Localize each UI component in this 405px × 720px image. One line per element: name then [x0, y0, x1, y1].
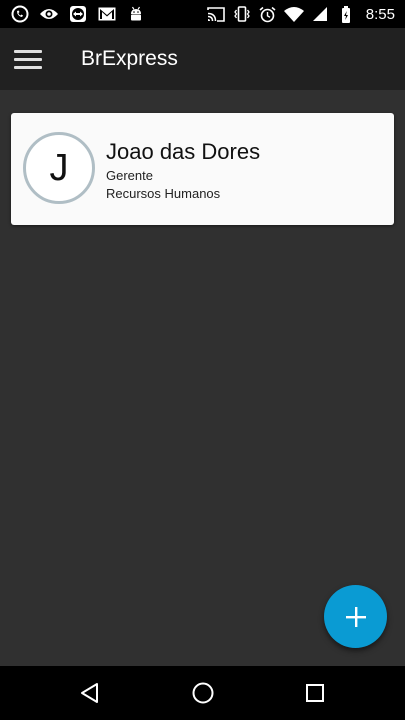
- cast-icon: [206, 4, 226, 24]
- avatar: J: [23, 132, 95, 204]
- alarm-icon: [258, 4, 278, 24]
- app-bar: BrExpress: [0, 28, 405, 90]
- navigation-bar: [0, 666, 405, 720]
- signal-icon: [310, 4, 330, 24]
- battery-icon: [336, 4, 356, 24]
- recents-icon[interactable]: [302, 680, 328, 706]
- home-icon[interactable]: [190, 680, 216, 706]
- vibrate-icon: [232, 4, 252, 24]
- app-title: BrExpress: [81, 47, 178, 70]
- status-bar-time: 8:55: [365, 5, 395, 23]
- wifi-icon: [283, 4, 304, 24]
- back-icon[interactable]: [77, 680, 103, 706]
- plus-icon: [345, 606, 366, 627]
- hamburger-menu-icon[interactable]: [14, 45, 48, 73]
- whatsapp-icon: [10, 4, 30, 24]
- employee-name: Joao das Dores: [106, 139, 261, 164]
- employee-card[interactable]: J Joao das Dores Gerente Recursos Humano…: [11, 113, 394, 225]
- eye-icon: [39, 4, 59, 24]
- gmail-icon: [97, 4, 117, 24]
- teamviewer-icon: [68, 4, 88, 24]
- add-button[interactable]: [324, 585, 387, 648]
- status-bar: 8:55: [0, 0, 405, 28]
- employee-role: Gerente: [106, 168, 153, 183]
- android-icon: [126, 4, 146, 24]
- employee-department: Recursos Humanos: [106, 186, 221, 201]
